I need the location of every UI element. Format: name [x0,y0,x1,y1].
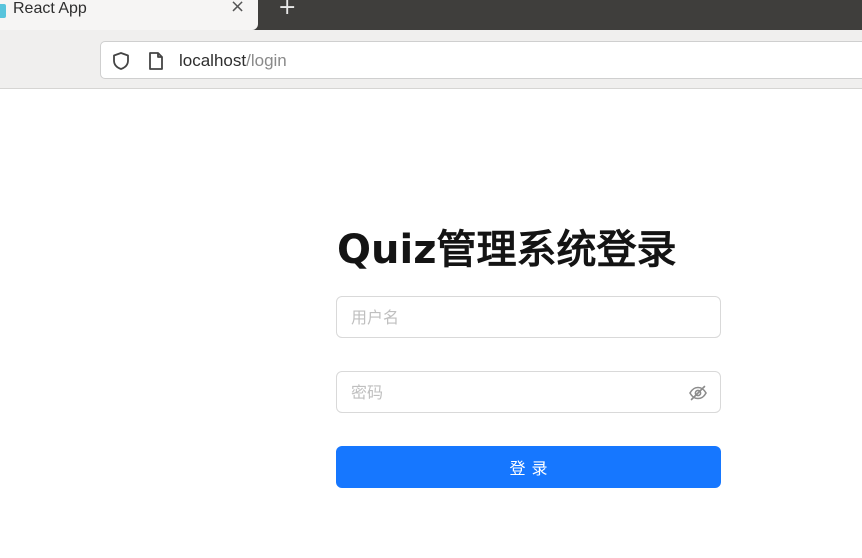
eye-slash-icon[interactable] [688,383,708,403]
password-field[interactable] [336,371,721,413]
page-title: Quiz管理系统登录 [337,227,677,273]
url-host: localhost [179,51,247,70]
tab-title: React App [13,0,87,17]
password-input[interactable] [337,372,720,412]
username-input[interactable] [337,297,720,337]
shield-icon[interactable] [111,51,131,71]
close-icon[interactable]: × [230,0,245,16]
browser-tab[interactable]: React App × [0,0,258,30]
url-text[interactable]: localhost/login [179,51,287,71]
browser-tab-bar: React App × + [0,0,862,30]
url-path: /login [246,51,287,70]
react-icon [0,4,6,18]
browser-toolbar: localhost/login [0,30,862,89]
page-icon[interactable] [147,51,165,71]
username-field[interactable] [336,296,721,338]
login-button[interactable]: 登录 [336,446,721,488]
new-tab-button[interactable]: + [278,0,296,19]
address-bar[interactable]: localhost/login [100,41,862,79]
